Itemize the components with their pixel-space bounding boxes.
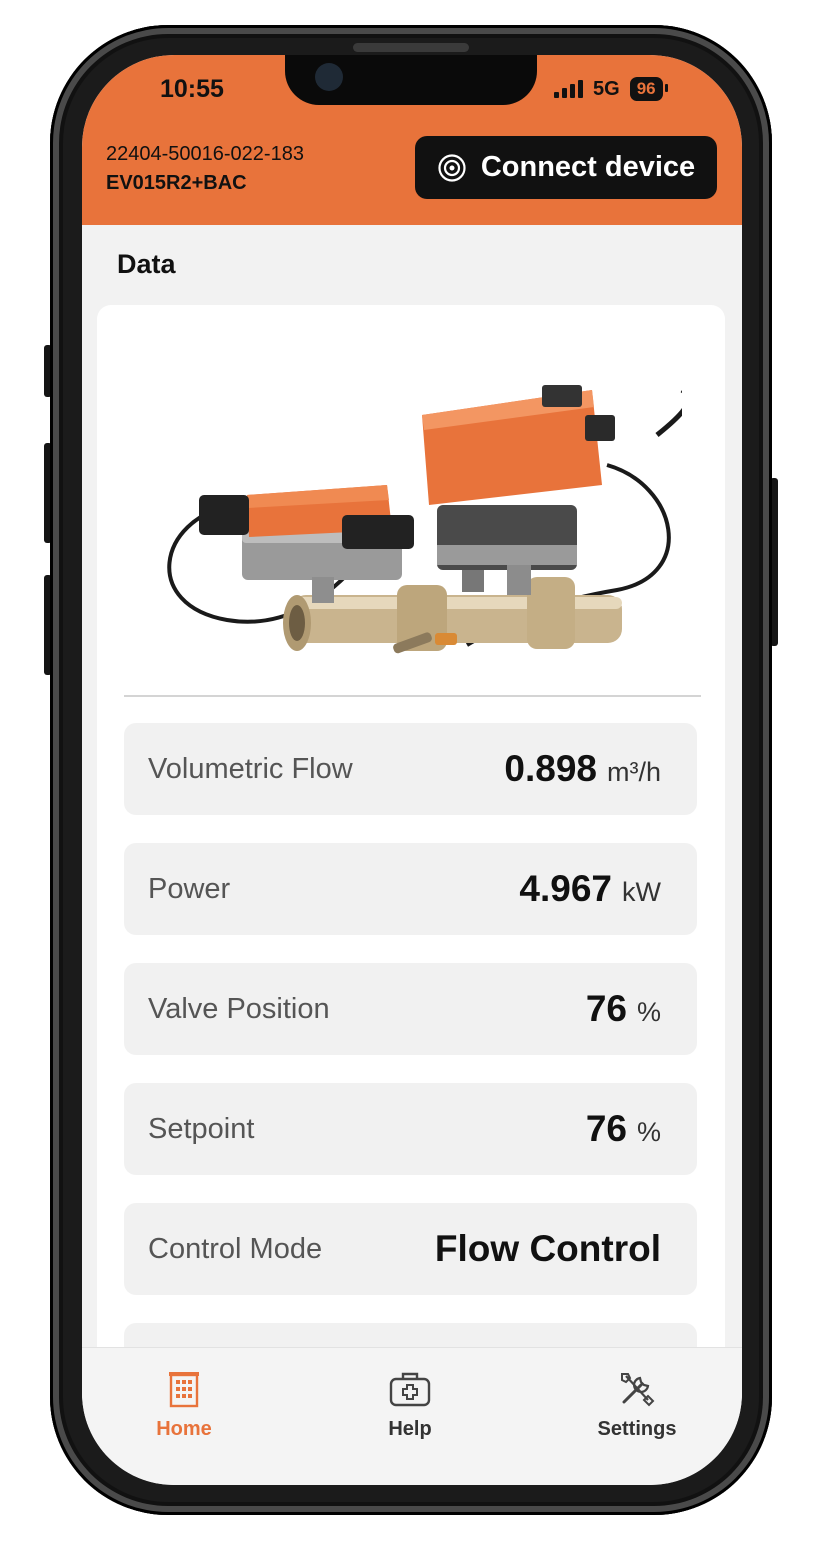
reading-label: Setpoint	[148, 1113, 255, 1145]
reading-value: Flow Control	[434, 1228, 661, 1269]
valve-actuator-product-photo	[167, 385, 682, 654]
reading-value: 76	[585, 1108, 627, 1149]
connect-icon	[438, 153, 466, 182]
nav-settings-label: Settings	[597, 1418, 677, 1440]
front-camera	[315, 63, 343, 91]
reading-row-setpoint: Setpoint 76%	[124, 1083, 697, 1175]
reading-unit: %	[636, 997, 661, 1027]
nav-home-label: Home	[156, 1418, 212, 1440]
network-type: 5G	[593, 77, 620, 100]
reading-label: Valve Position	[148, 993, 330, 1025]
data-card: Volumetric Flow 0.898 m³/h Power 4.967 kW …	[97, 305, 725, 1415]
nav-settings[interactable]: Settings	[572, 1370, 702, 1441]
status-time: 10:55	[160, 75, 224, 103]
reading-unit: %	[636, 1117, 661, 1147]
reading-label: Volumetric Flow	[148, 753, 353, 785]
nav-home[interactable]: Home	[119, 1370, 249, 1441]
notch	[285, 55, 537, 105]
tools-icon	[621, 1373, 655, 1407]
divider	[124, 695, 701, 697]
reading-row-power: Power 4.967 kW	[124, 843, 697, 935]
building-icon	[169, 1372, 199, 1408]
reading-value: 4.967	[519, 868, 613, 909]
section-title: Data	[117, 249, 176, 279]
reading-row-valve-position: Valve Position 76%	[124, 963, 697, 1055]
connect-device-label: Connect device	[480, 151, 696, 183]
reading-unit: kW	[622, 877, 661, 907]
battery-level: 96	[636, 79, 656, 98]
device-serial-number: 22404-50016-022-183	[106, 143, 304, 165]
reading-value: 0.898	[504, 748, 597, 789]
nav-help-label: Help	[388, 1418, 432, 1440]
signal-icon	[554, 80, 583, 98]
reading-label: Control Mode	[148, 1233, 323, 1265]
nav-help[interactable]: Help	[345, 1370, 475, 1441]
first-aid-kit-icon	[389, 1372, 431, 1407]
reading-row-control-mode: Control Mode Flow Control	[124, 1203, 697, 1295]
reading-row-volumetric-flow: Volumetric Flow 0.898 m³/h	[124, 723, 697, 815]
reading-label: Power	[148, 873, 231, 905]
phone-screen: 10:55 5G 96 22404-50016-022-183 EV015R2+…	[82, 55, 742, 1485]
reading-value: 76	[585, 988, 627, 1029]
earpiece-speaker	[353, 43, 469, 52]
battery-icon: 96	[629, 77, 668, 101]
device-model: EV015R2+BAC	[106, 172, 247, 194]
bottom-navigation: Home Help Settings	[82, 1347, 742, 1485]
reading-unit: m³/h	[607, 757, 661, 787]
connect-device-button[interactable]: Connect device	[415, 136, 717, 199]
status-indicators: 5G 96	[554, 77, 668, 101]
